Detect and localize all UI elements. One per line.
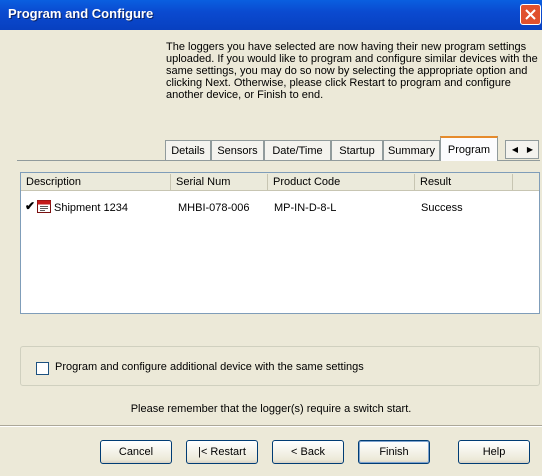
finish-button[interactable]: Finish — [358, 440, 430, 464]
column-product-code[interactable]: Product Code — [268, 174, 415, 190]
tab-label: Summary — [387, 145, 436, 157]
window-title: Program and Configure — [8, 6, 154, 21]
tab-label: Startup — [339, 145, 375, 157]
same-settings-label[interactable]: Program and configure additional device … — [55, 361, 364, 373]
row-serial-num: MHBI-078-006 — [178, 202, 250, 214]
close-button[interactable] — [520, 4, 541, 25]
switch-start-notice: Please remember that the logger(s) requi… — [130, 403, 412, 415]
intro-text: The loggers you have selected are now ha… — [166, 41, 538, 101]
tab-startup[interactable]: Startup — [331, 140, 383, 161]
help-button[interactable]: Help — [458, 440, 530, 464]
row-product-code: MP-IN-D-8-L — [274, 202, 337, 214]
tab-sensors[interactable]: Sensors — [211, 140, 264, 161]
back-button[interactable]: < Back — [272, 440, 344, 464]
column-serial-num[interactable]: Serial Num — [171, 174, 268, 190]
restart-button[interactable]: |< Restart — [186, 440, 258, 464]
tab-label: Sensors — [217, 145, 258, 157]
close-icon — [525, 9, 536, 20]
column-result[interactable]: Result — [415, 174, 513, 190]
tab-details[interactable]: Details — [165, 140, 211, 161]
tab-label: Details — [171, 145, 205, 157]
logger-device-icon — [37, 200, 51, 213]
checkmark-icon: ✔ — [25, 199, 36, 213]
tab-label: Program — [447, 144, 491, 156]
same-settings-checkbox[interactable] — [36, 362, 49, 375]
tab-date-time[interactable]: Date/Time — [264, 140, 331, 161]
scroll-right-button[interactable]: ▶ — [523, 143, 537, 156]
column-description[interactable]: Description — [21, 174, 171, 190]
title-bar: Program and Configure — [0, 0, 542, 30]
tab-label: Date/Time — [272, 145, 323, 157]
cancel-button[interactable]: Cancel — [100, 440, 172, 464]
row-result: Success — [421, 202, 463, 214]
row-description: Shipment 1234 — [54, 202, 128, 214]
divider — [0, 425, 542, 427]
tab-summary[interactable]: Summary — [383, 140, 440, 161]
device-list[interactable]: Description Serial Num Product Code Resu… — [20, 172, 540, 314]
list-header: Description Serial Num Product Code Resu… — [21, 173, 539, 191]
tab-program[interactable]: Program — [440, 136, 498, 161]
scroll-left-button[interactable]: ◀ — [508, 143, 522, 156]
tab-scroll-control: ◀ ▶ — [505, 140, 539, 159]
